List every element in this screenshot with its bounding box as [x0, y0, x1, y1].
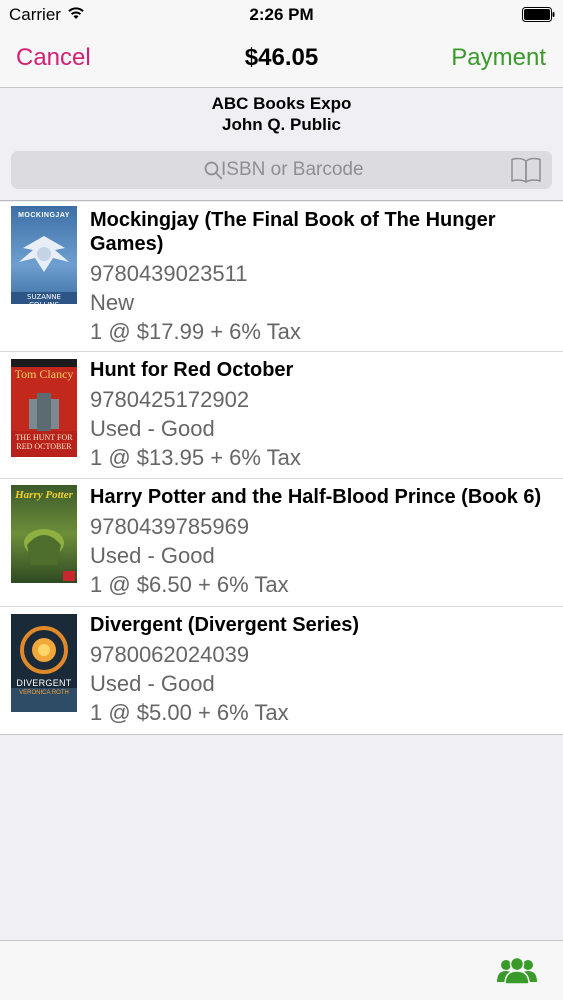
- item-isbn: 9780439785969: [90, 514, 250, 539]
- cover-title-text: DIVERGENT: [16, 678, 72, 688]
- battery-icon: [522, 7, 555, 22]
- isbn-search-input[interactable]: [11, 151, 552, 189]
- order-header: ABC Books Expo John Q. Public: [0, 89, 563, 201]
- item-details: Divergent (Divergent Series) 97800620240…: [90, 613, 553, 727]
- search-bar: [11, 151, 552, 189]
- item-price: 1 @ $13.95 + 6% Tax: [90, 445, 301, 470]
- book-icon[interactable]: [510, 156, 542, 184]
- item-price: 1 @ $6.50 + 6% Tax: [90, 572, 289, 597]
- item-title: Mockingjay (The Final Book of The Hunger…: [90, 209, 496, 255]
- navigation-bar: Cancel $46.05 Payment: [0, 30, 563, 88]
- bottom-toolbar: [0, 940, 563, 1000]
- customer-name: John Q. Public: [221, 115, 341, 134]
- item-isbn: 9780439023511: [90, 261, 248, 286]
- clock: 2:26 PM: [249, 5, 314, 24]
- cover-title-text: THE HUNT FOR RED OCTOBER: [15, 433, 73, 451]
- event-name: ABC Books Expo: [211, 94, 352, 113]
- customers-icon[interactable]: [497, 956, 537, 984]
- item-condition: Used - Good: [90, 671, 215, 696]
- item-price: 1 @ $17.99 + 6% Tax: [90, 319, 301, 344]
- cart-item-list: SUZANNE COLLINS MOCKINGJAY Mockingjay (T…: [0, 202, 563, 735]
- cover-title-text: MOCKINGJAY: [18, 212, 70, 219]
- item-details: Harry Potter and the Half-Blood Prince (…: [90, 485, 553, 599]
- list-item[interactable]: Tom Clancy THE HUNT FOR RED OCTOBER Hunt…: [0, 352, 563, 479]
- cancel-button[interactable]: Cancel: [16, 44, 91, 72]
- cover-author-text: SUZANNE COLLINS: [27, 293, 61, 304]
- book-cover-image: DIVERGENT VERONICA ROTH: [11, 614, 77, 712]
- cover-author-text: Tom Clancy: [14, 367, 74, 381]
- item-title: Divergent (Divergent Series): [90, 614, 359, 636]
- item-price: 1 @ $5.00 + 6% Tax: [90, 700, 289, 725]
- list-item[interactable]: SUZANNE COLLINS MOCKINGJAY Mockingjay (T…: [0, 202, 563, 352]
- item-details: Hunt for Red October 9780425172902 Used …: [90, 358, 553, 472]
- status-bar: Carrier 2:26 PM: [0, 0, 563, 30]
- list-item[interactable]: DIVERGENT VERONICA ROTH Divergent (Diver…: [0, 607, 563, 735]
- payment-button[interactable]: Payment: [451, 44, 546, 72]
- cover-author-text: VERONICA ROTH: [19, 690, 69, 696]
- item-isbn: 9780425172902: [90, 387, 250, 412]
- book-cover-image: Tom Clancy THE HUNT FOR RED OCTOBER: [11, 359, 77, 457]
- item-title: Hunt for Red October: [90, 359, 294, 381]
- item-condition: New: [90, 290, 135, 315]
- item-title: Harry Potter and the Half-Blood Prince (…: [90, 486, 542, 508]
- list-item[interactable]: Harry Potter Harry Potter and the Half-B…: [0, 479, 563, 607]
- item-isbn: 9780062024039: [90, 642, 250, 667]
- item-condition: Used - Good: [90, 416, 215, 441]
- item-details: Mockingjay (The Final Book of The Hunger…: [90, 208, 553, 346]
- cover-title-text: Harry Potter: [15, 489, 73, 501]
- book-cover-image: SUZANNE COLLINS MOCKINGJAY: [11, 206, 77, 304]
- book-cover-image: Harry Potter: [11, 485, 77, 583]
- item-condition: Used - Good: [90, 543, 215, 568]
